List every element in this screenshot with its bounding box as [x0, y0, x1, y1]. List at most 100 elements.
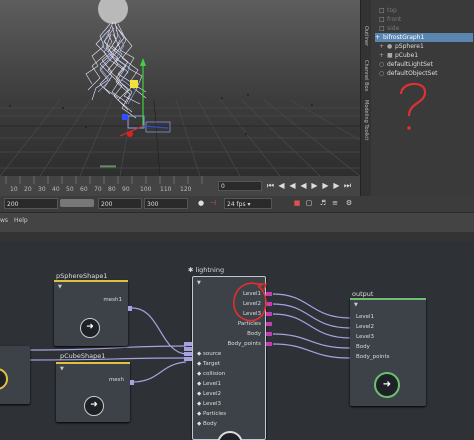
- play-arrow-icon[interactable]: ➜: [374, 372, 400, 398]
- menu-item-windows[interactable]: ws: [0, 217, 8, 224]
- tab-modeling-toolkit[interactable]: Modeling Toolkit: [362, 100, 370, 140]
- tick-label: 20: [24, 186, 32, 193]
- node-output[interactable]: ▼ Level1 Level2 Level3 Body Body_points …: [350, 298, 426, 406]
- toolbar-strip: [0, 232, 474, 242]
- range-start-field[interactable]: 200: [4, 198, 58, 209]
- lightning-input-ports[interactable]: [184, 342, 192, 366]
- viewport-scene: [0, 0, 360, 176]
- sound-icon[interactable]: ♬: [318, 198, 328, 208]
- offscreen-node[interactable]: [0, 346, 30, 404]
- expand-icon[interactable]: +: [379, 52, 385, 59]
- mesh-icon: ●: [387, 42, 393, 50]
- range-lock-icon[interactable]: ●: [196, 198, 206, 208]
- node-title-psphereshape1: pSphereShape1: [56, 272, 108, 280]
- node-compute-icon[interactable]: [217, 431, 243, 440]
- current-frame-field[interactable]: 0: [218, 181, 262, 191]
- node-psphereshape1[interactable]: ▼ mesh1 ➜: [54, 280, 128, 346]
- question-mark-annotation: [399, 82, 427, 130]
- outliner-item-top[interactable]: □ top: [379, 6, 397, 15]
- gizmo-handle: [130, 80, 138, 88]
- tab-outliner[interactable]: Outliner: [362, 26, 370, 46]
- play-backward-icon[interactable]: ◀: [299, 180, 308, 192]
- port-label-in-body-points: Body_points: [356, 354, 390, 360]
- go-to-start-icon[interactable]: ⏮: [266, 180, 275, 192]
- set-icon: ○: [379, 60, 385, 68]
- step-forward-frame-icon[interactable]: ▶: [321, 180, 330, 192]
- camera-icon: □: [379, 24, 385, 32]
- bifrost-graph-editor[interactable]: pSphereShape1 ▼ mesh1 ➜ pCubeShape1 ▼ me…: [0, 242, 474, 440]
- port-label-in-body: Body: [356, 344, 370, 350]
- port-label-in-level2: ◆ Level2: [197, 391, 222, 397]
- tab-channel-box[interactable]: Channel Box: [362, 60, 370, 91]
- graph-editor-menubar: ws Help: [0, 212, 474, 233]
- mesh-icon: ■: [387, 51, 393, 59]
- collapse-icon[interactable]: ▼: [58, 284, 62, 290]
- sphere-object: [98, 0, 128, 24]
- set-icon: ○: [379, 69, 385, 77]
- port-mesh1-out[interactable]: [128, 306, 132, 311]
- play-forward-icon[interactable]: ▶: [310, 180, 319, 192]
- port-label-in-particles: ◆ Particles: [197, 411, 227, 417]
- animation-end-field[interactable]: 300: [144, 198, 188, 209]
- collapse-icon[interactable]: ▼: [354, 302, 358, 308]
- camera-icon: □: [379, 6, 385, 14]
- tick-label: 70: [94, 186, 102, 193]
- outliner-item-psphere1[interactable]: + ● pSphere1: [379, 42, 424, 51]
- step-back-frame-icon[interactable]: ◀: [288, 180, 297, 192]
- step-forward-key-icon[interactable]: ▶: [332, 180, 341, 192]
- auto-key-icon[interactable]: ⊣: [208, 198, 218, 208]
- port-mesh-out[interactable]: [130, 380, 134, 385]
- expand-icon[interactable]: +: [379, 43, 385, 50]
- port-label-mesh: mesh: [108, 377, 124, 383]
- port-label-in-body: ◆ Body: [197, 421, 217, 427]
- key-icon[interactable]: ■: [292, 198, 302, 208]
- tick-label: 40: [52, 186, 60, 193]
- node-compute-icon[interactable]: [0, 368, 8, 390]
- menu-item-help[interactable]: Help: [14, 217, 28, 224]
- outliner-item-pcube1[interactable]: + ■ pCube1: [379, 51, 418, 60]
- port-label-out-body: Body: [247, 331, 261, 337]
- outliner-item-side[interactable]: □ side: [379, 24, 399, 33]
- outliner-item-bifrostgraph1[interactable]: + bifrostGraph1: [375, 33, 473, 42]
- expand-icon[interactable]: +: [375, 34, 381, 41]
- range-slider-handle[interactable]: [60, 199, 94, 207]
- port-label-in-target: ◆ Target: [197, 361, 220, 367]
- tick-label: 80: [108, 186, 116, 193]
- play-arrow-icon[interactable]: ➜: [84, 396, 104, 416]
- collapse-icon[interactable]: ▼: [197, 280, 201, 286]
- fps-dropdown[interactable]: 24 fps ▾: [224, 198, 272, 209]
- node-pcubeshape1[interactable]: ▼ mesh ➜: [56, 362, 130, 422]
- tick-label: 60: [80, 186, 88, 193]
- port-label-in-source: ◆ source: [197, 351, 222, 357]
- outliner-item-defaultobjectset[interactable]: ○ defaultObjectSet: [379, 69, 438, 78]
- grid-floor: [0, 99, 360, 176]
- 3d-viewport[interactable]: [0, 0, 360, 176]
- port-out-body[interactable]: [266, 332, 272, 336]
- node-title-lightning: ✱ lightning: [188, 266, 225, 274]
- outliner-item-defaultlightset[interactable]: ○ defaultLightSet: [379, 60, 433, 69]
- snap-icon[interactable]: ▢: [304, 198, 314, 208]
- range-end-field[interactable]: 200: [98, 198, 142, 209]
- red-circle-annotation: [233, 282, 267, 322]
- camera-icon: □: [379, 15, 385, 23]
- wire-body-points: [272, 343, 351, 359]
- play-arrow-icon[interactable]: ➜: [80, 318, 100, 338]
- playback-options-icon[interactable]: ≡: [330, 198, 340, 208]
- fps-label: 24 fps: [227, 201, 246, 208]
- port-label-mesh1: mesh1: [103, 297, 122, 303]
- port-out-body-points[interactable]: [266, 342, 272, 346]
- node-header: [350, 298, 426, 300]
- collapse-icon[interactable]: ▼: [60, 366, 64, 372]
- go-to-end-icon[interactable]: ⏭: [343, 180, 352, 192]
- outliner-item-front[interactable]: □ front: [379, 15, 401, 24]
- node-title-output: output: [352, 290, 374, 298]
- tick-label: 10: [10, 186, 18, 193]
- port-label-in-level1: Level1: [356, 314, 375, 320]
- preferences-icon[interactable]: ⚙: [344, 198, 354, 208]
- port-label-in-level3: Level3: [356, 334, 375, 340]
- port-label-in-level3: ◆ Level3: [197, 401, 222, 407]
- lightning-glow: [97, 29, 137, 105]
- tick-label: 110: [160, 186, 172, 193]
- step-back-key-icon[interactable]: ◀: [277, 180, 286, 192]
- tick-label: 30: [38, 186, 46, 193]
